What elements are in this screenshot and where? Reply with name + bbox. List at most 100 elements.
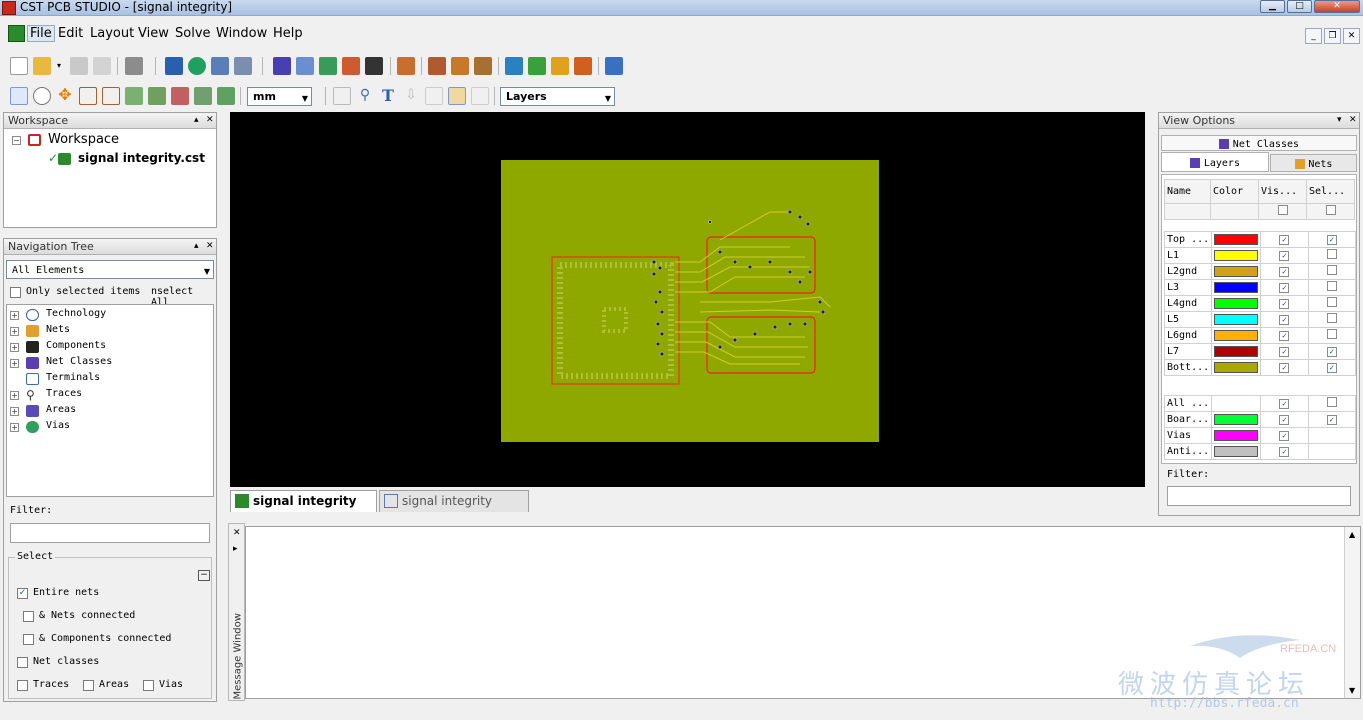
tab-layers[interactable]: Layers <box>1161 152 1269 172</box>
layer-visible-checkbox[interactable]: ✓ <box>1279 447 1290 457</box>
tab-nets[interactable]: Nets <box>1270 154 1357 172</box>
trace-icon[interactable] <box>451 57 469 75</box>
traces-checkbox[interactable] <box>17 680 28 691</box>
workspace-file[interactable]: signal integrity.cst <box>78 151 205 165</box>
mdi-minimize-button[interactable]: _ <box>1305 28 1322 44</box>
route-icon[interactable] <box>474 57 492 75</box>
component-icon[interactable] <box>342 57 360 75</box>
layer-row[interactable]: L6gnd ✓ <box>1163 327 1357 344</box>
mdi-restore-button[interactable]: ❐ <box>1324 28 1341 44</box>
pin-panel-icon[interactable]: ▸ <box>233 544 238 554</box>
layer-visible-checkbox[interactable]: ✓ <box>1279 399 1290 409</box>
open-dropdown-icon[interactable]: ▾ <box>57 57 65 75</box>
tab-signal-integrity-active[interactable]: signal integrity <box>230 490 377 512</box>
areas-checkbox[interactable] <box>83 680 94 691</box>
layer-visible-checkbox[interactable]: ✓ <box>1279 347 1290 357</box>
other-layer-row[interactable]: Anti... ✓ <box>1163 443 1357 460</box>
grid-icon[interactable] <box>296 57 314 75</box>
pin-panel-icon[interactable]: ▴ <box>194 239 199 254</box>
other-layer-row[interactable]: Vias ✓ <box>1163 427 1357 444</box>
highlight-icon[interactable] <box>448 87 466 105</box>
net-icon[interactable] <box>397 57 415 75</box>
layer-color-swatch[interactable] <box>1214 330 1259 341</box>
menu-file[interactable]: File <box>27 25 55 42</box>
chip-icon[interactable] <box>365 57 383 75</box>
layer-row[interactable]: L1 ✓ <box>1163 247 1357 264</box>
filter-a-icon[interactable] <box>125 87 143 105</box>
layer-selectable-checkbox[interactable]: ✓ <box>1326 235 1337 245</box>
tab-net-classes[interactable]: Net Classes <box>1161 135 1357 151</box>
check-icon[interactable] <box>319 57 337 75</box>
layer-row[interactable]: L4gnd ✓ <box>1163 295 1357 312</box>
workspace-root[interactable]: Workspace <box>48 132 119 147</box>
layer-color-swatch[interactable] <box>1214 234 1259 245</box>
tab-signal-integrity-inactive[interactable]: signal integrity <box>379 490 529 512</box>
layer-selectable-checkbox[interactable] <box>1326 265 1337 275</box>
view-mode-select[interactable]: Layers ▼ <box>500 87 615 106</box>
stack-icon[interactable] <box>273 57 291 75</box>
collapse-group-icon[interactable]: − <box>198 570 210 581</box>
filter-b-icon[interactable] <box>148 87 166 105</box>
layer-visible-checkbox[interactable]: ✓ <box>1279 283 1290 293</box>
layer-color-swatch[interactable] <box>1214 314 1259 325</box>
menu-window[interactable]: Window <box>216 26 267 41</box>
sim-d-icon[interactable] <box>574 57 592 75</box>
zoom-icon[interactable] <box>33 87 51 105</box>
layer-row[interactable]: Bott... ✓ ✓ <box>1163 359 1357 376</box>
layer-color-swatch[interactable] <box>1214 346 1259 357</box>
entire-nets-checkbox[interactable]: ✓ <box>17 588 28 599</box>
components-connected-checkbox[interactable] <box>23 634 34 645</box>
other-layer-row[interactable]: All ... ✓ <box>1163 395 1357 412</box>
menu-edit[interactable]: Edit <box>58 26 83 41</box>
layer-color-swatch[interactable] <box>1214 266 1259 277</box>
nets-connected-checkbox[interactable] <box>23 611 34 622</box>
layer-row[interactable]: L5 ✓ <box>1163 311 1357 328</box>
layer-selectable-checkbox[interactable] <box>1326 297 1337 307</box>
close-panel-icon[interactable]: ✕ <box>206 113 214 128</box>
close-panel-icon[interactable]: ✕ <box>206 239 214 254</box>
select-arrow-icon[interactable] <box>10 87 28 105</box>
minimize-button[interactable]: ▁ <box>1260 0 1285 13</box>
layer-row[interactable]: L7 ✓ ✓ <box>1163 343 1357 360</box>
menu-solve[interactable]: Solve <box>175 26 211 41</box>
layer-color-swatch[interactable] <box>1214 282 1259 293</box>
layer-color-swatch[interactable] <box>1214 414 1259 425</box>
layer-selectable-checkbox[interactable] <box>1326 397 1337 407</box>
layer-visible-checkbox[interactable]: ✓ <box>1279 431 1290 441</box>
layer-row[interactable]: L3 ✓ <box>1163 279 1357 296</box>
print-icon[interactable] <box>125 57 143 75</box>
pcb-board-drawing[interactable] <box>230 112 1145 487</box>
selectable-all-checkbox[interactable] <box>1325 205 1336 215</box>
other-layer-row[interactable]: Boar... ✓ ✓ <box>1163 411 1357 428</box>
layer-visible-checkbox[interactable]: ✓ <box>1279 415 1290 425</box>
view-filter-input[interactable] <box>1167 486 1351 506</box>
layer-selectable-checkbox[interactable] <box>1326 281 1337 291</box>
export-icon[interactable] <box>234 57 252 75</box>
vias-checkbox[interactable] <box>143 680 154 691</box>
layer-row[interactable]: Top ... ✓ ✓ <box>1163 231 1357 248</box>
filter-e-icon[interactable] <box>217 87 235 105</box>
layer-selectable-checkbox[interactable] <box>1326 249 1337 259</box>
save-icon[interactable] <box>70 57 88 75</box>
results-icon[interactable] <box>605 57 623 75</box>
simulate-icon[interactable] <box>188 57 206 75</box>
save-all-icon[interactable] <box>93 57 111 75</box>
close-panel-icon[interactable]: ✕ <box>233 528 241 538</box>
marker-icon[interactable]: ⇩ <box>402 87 420 105</box>
units-select[interactable]: mm ▼ <box>247 87 312 106</box>
layer-color-swatch[interactable] <box>1214 250 1259 261</box>
menu-layout[interactable]: Layout <box>90 26 134 41</box>
sim-c-icon[interactable] <box>551 57 569 75</box>
select-box-icon[interactable] <box>333 87 351 105</box>
new-icon[interactable] <box>10 57 28 75</box>
net-classes-checkbox[interactable] <box>17 657 28 668</box>
layer-color-swatch[interactable] <box>1214 362 1259 373</box>
layer-visible-checkbox[interactable]: ✓ <box>1279 251 1290 261</box>
filter-c-icon[interactable] <box>171 87 189 105</box>
pin-panel-icon[interactable]: ▴ <box>194 113 199 128</box>
table-icon[interactable] <box>425 87 443 105</box>
layer-visible-checkbox[interactable]: ✓ <box>1279 299 1290 309</box>
menu-view[interactable]: View <box>138 26 169 41</box>
element-filter-select[interactable]: All Elements ▼ <box>6 260 214 279</box>
solve-icon[interactable] <box>165 57 183 75</box>
